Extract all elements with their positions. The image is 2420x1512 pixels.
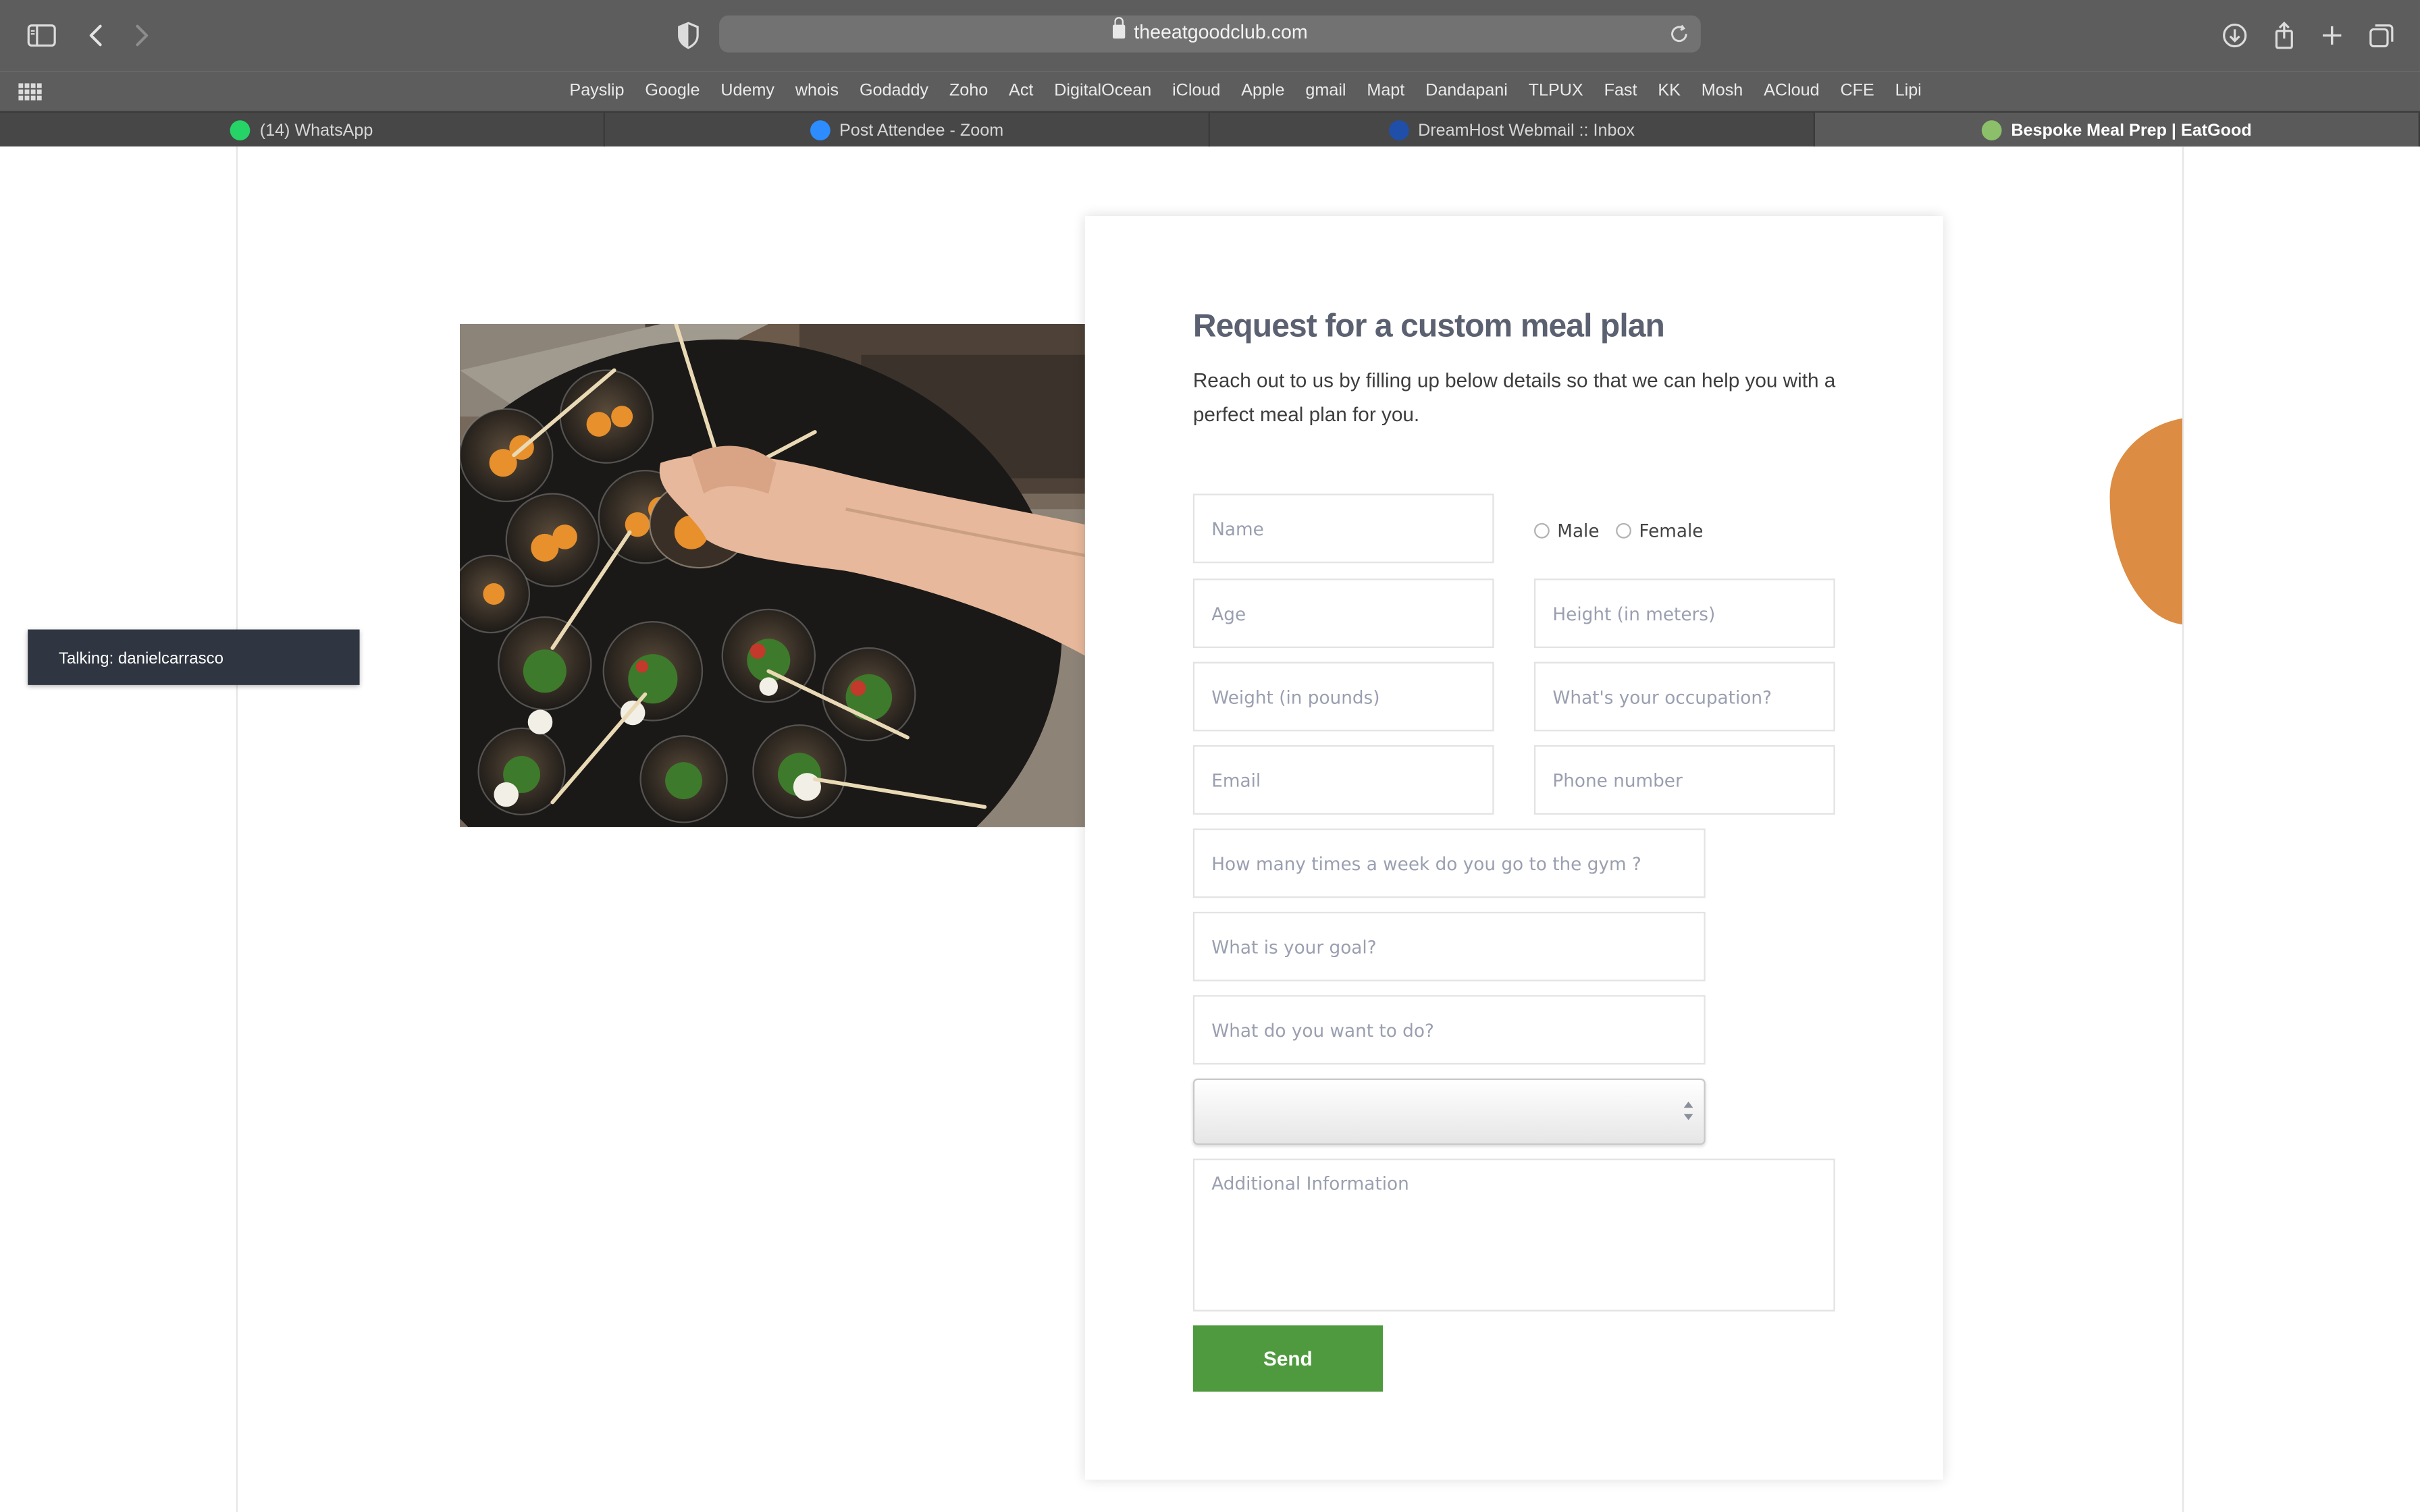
back-arrow-icon[interactable] [79, 18, 113, 52]
meal-plan-form-card: Request for a custom meal plan Reach out… [1084, 215, 1943, 1480]
female-radio[interactable] [1616, 522, 1631, 539]
form-description: Reach out to us by filling up below deta… [1192, 369, 1836, 426]
eatgood-icon [1981, 120, 2002, 140]
male-radio[interactable] [1533, 522, 1550, 539]
page-viewport: Request for a custom meal plan Reach out… [0, 146, 2420, 1512]
bookmark-item[interactable]: Mapt [1367, 82, 1404, 100]
gym-frequency-input[interactable] [1192, 828, 1706, 898]
new-tab-icon[interactable] [2315, 18, 2349, 52]
bookmark-item[interactable]: Apple [1241, 82, 1284, 100]
email-input[interactable] [1192, 745, 1494, 815]
gender-male-option[interactable]: Male [1533, 520, 1600, 542]
url-text: theeatgoodclub.com [1134, 21, 1308, 43]
form-title: Request for a custom meal plan [1192, 308, 1665, 344]
bookmark-item[interactable]: TLPUX [1529, 82, 1583, 100]
sidebar-toggle-icon[interactable] [25, 18, 59, 52]
male-label: Male [1557, 520, 1600, 542]
bookmark-item[interactable]: Act [1009, 82, 1033, 100]
bookmark-item[interactable]: Payslip [569, 82, 624, 100]
privacy-shield-icon[interactable] [671, 18, 705, 52]
address-bar[interactable]: theeatgoodclub.com [719, 15, 1701, 53]
bookmark-item[interactable]: Dandapani [1425, 82, 1508, 100]
bookmark-item[interactable]: ACloud [1764, 82, 1819, 100]
browser-tab[interactable]: Post Attendee - Zoom [605, 112, 1210, 148]
gender-female-option[interactable]: Female [1616, 520, 1703, 541]
bookmark-item[interactable]: Godaddy [860, 82, 928, 100]
downloads-icon[interactable] [2218, 18, 2252, 52]
bookmark-item[interactable]: Udemy [720, 82, 774, 100]
food-photo [460, 323, 1085, 828]
bookmark-item[interactable]: whois [795, 82, 839, 100]
bookmark-item[interactable]: CFE [1840, 82, 1874, 100]
decorative-orange-shape [2107, 416, 2182, 625]
whatsapp-icon [230, 120, 251, 140]
forward-arrow-icon[interactable] [125, 18, 159, 52]
bookmark-item[interactable]: Zoho [949, 82, 988, 100]
browser-toolbar: theeatgoodclub.com [0, 0, 2420, 72]
tab-overview-icon[interactable] [2365, 18, 2398, 52]
weight-input[interactable] [1192, 662, 1494, 732]
browser-tab-label: Post Attendee - Zoom [839, 121, 1004, 140]
bookmark-item[interactable]: Lipi [1895, 82, 1922, 100]
tab-bar: (14) WhatsApp Post Attendee - Zoom DreamHo… [0, 111, 2420, 148]
bookmark-item[interactable]: KK [1658, 82, 1681, 100]
lock-icon [1112, 17, 1125, 39]
bookmark-item[interactable]: Fast [1604, 82, 1637, 100]
bookmark-item[interactable]: iCloud [1172, 82, 1220, 100]
bookmarks-bar: Payslip Google Udemy whois Godaddy Zoho Act Dig… [0, 71, 2420, 111]
url-display: theeatgoodclub.com [719, 17, 1701, 43]
browser-tab[interactable]: Bespoke Meal Prep | EatGood [1814, 112, 2420, 148]
select-arrows-icon [1683, 1101, 1695, 1125]
bookmark-item[interactable]: gmail [1305, 82, 1346, 100]
bookmark-item[interactable]: Mosh [1702, 82, 1743, 100]
todo-input[interactable] [1192, 995, 1706, 1065]
send-button[interactable]: Send [1192, 1325, 1383, 1392]
plan-select[interactable] [1192, 1078, 1706, 1145]
additional-info-textarea[interactable] [1192, 1158, 1835, 1312]
reload-icon[interactable] [1667, 22, 1692, 47]
name-input[interactable] [1192, 493, 1494, 564]
apps-grid-icon[interactable] [18, 83, 41, 100]
phone-input[interactable] [1533, 745, 1835, 815]
goal-input[interactable] [1192, 911, 1706, 981]
browser-tab-label: (14) WhatsApp [259, 121, 373, 140]
zoom-icon [810, 120, 831, 140]
female-label: Female [1639, 520, 1704, 542]
bookmark-item[interactable]: Google [645, 82, 700, 100]
browser-tab[interactable]: DreamHost Webmail :: Inbox [1210, 112, 1815, 148]
browser-tab-label: Bespoke Meal Prep | EatGood [2011, 121, 2252, 140]
occupation-input[interactable] [1533, 662, 1835, 732]
height-input[interactable] [1533, 578, 1835, 648]
browser-tab-label: DreamHost Webmail :: Inbox [1418, 121, 1635, 140]
dreamhost-icon [1388, 120, 1409, 140]
bookmark-item[interactable]: DigitalOcean [1054, 82, 1151, 100]
browser-tab[interactable]: (14) WhatsApp [0, 112, 605, 148]
share-icon[interactable] [2267, 18, 2301, 52]
zoom-talking-indicator: Talking: danielcarrasco [28, 629, 360, 685]
bookmarks-list: Payslip Google Udemy whois Godaddy Zoho Act Dig… [569, 82, 1942, 100]
age-input[interactable] [1192, 578, 1494, 648]
